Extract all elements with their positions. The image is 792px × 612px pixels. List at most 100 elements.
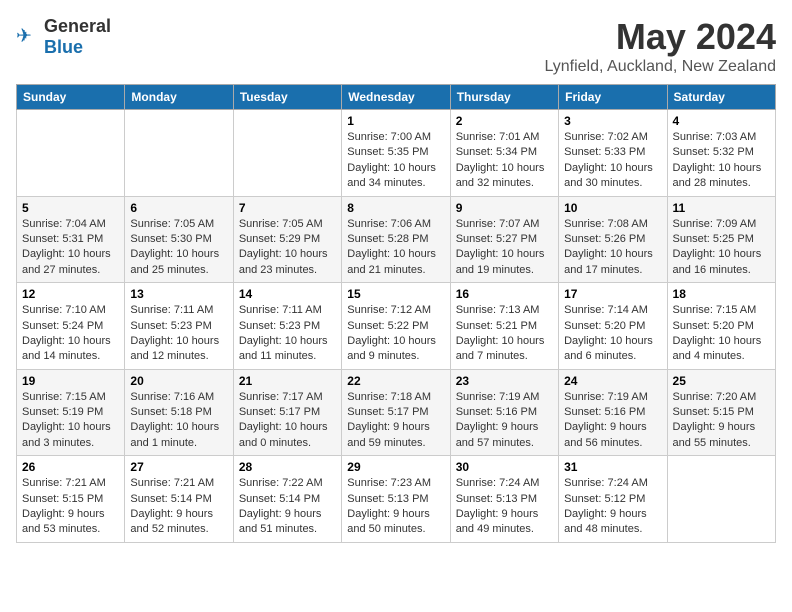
day-number: 21 [239,374,336,388]
day-number: 11 [673,201,770,215]
page-header: ✈ General Blue May 2024 Lynfield, Auckla… [16,16,776,76]
day-number: 13 [130,287,227,301]
day-info: Sunrise: 7:16 AMSunset: 5:18 PMDaylight:… [130,390,227,452]
day-cell: 24Sunrise: 7:19 AMSunset: 5:16 PMDayligh… [559,369,667,456]
calendar-body: 1 Sunrise: 7:00 AMSunset: 5:35 PMDaylight… [17,110,776,543]
day-cell: 8 Sunrise: 7:06 AMSunset: 5:28 PMDaylight… [342,196,450,283]
day-info: Sunrise: 7:19 AMSunset: 5:16 PMDaylight:… [564,390,661,452]
header-day: Sunday [17,85,125,110]
svg-text:✈: ✈ [16,25,32,46]
logo-blue: Blue [44,37,83,57]
week-row: 5 Sunrise: 7:04 AMSunset: 5:31 PMDaylight… [17,196,776,283]
day-cell: 16 Sunrise: 7:13 AMSunset: 5:21 PMDayligh… [450,283,558,370]
day-info: Sunrise: 7:15 AMSunset: 5:19 PMDaylight:… [22,390,119,452]
day-cell: 6Sunrise: 7:05 AMSunset: 5:30 PMDaylight… [125,196,233,283]
day-info: Sunrise: 7:04 AMSunset: 5:31 PMDaylight:… [22,217,119,279]
day-info: Sunrise: 7:12 AMSunset: 5:22 PMDaylight:… [347,303,444,365]
day-cell: 14 Sunrise: 7:11 AMSunset: 5:23 PMDayligh… [233,283,341,370]
day-cell: 9 Sunrise: 7:07 AMSunset: 5:27 PMDaylight… [450,196,558,283]
day-number: 7 [239,201,336,215]
day-info: Sunrise: 7:07 AMSunset: 5:27 PMDaylight:… [456,217,553,279]
calendar-table: SundayMondayTuesdayWednesdayThursdayFrid… [16,84,776,543]
day-number: 5 [22,201,119,215]
day-info: Sunrise: 7:11 AMSunset: 5:23 PMDaylight:… [239,303,336,365]
day-number: 28 [239,460,336,474]
day-cell: 25 Sunrise: 7:20 AMSunset: 5:15 PMDayligh… [667,369,775,456]
day-info: Sunrise: 7:14 AMSunset: 5:20 PMDaylight:… [564,303,661,365]
day-info: Sunrise: 7:23 AMSunset: 5:13 PMDaylight:… [347,476,444,538]
day-number: 19 [22,374,119,388]
day-cell: 10Sunrise: 7:08 AMSunset: 5:26 PMDayligh… [559,196,667,283]
day-cell [17,110,125,197]
header-day: Thursday [450,85,558,110]
week-row: 1 Sunrise: 7:00 AMSunset: 5:35 PMDaylight… [17,110,776,197]
day-info: Sunrise: 7:11 AMSunset: 5:23 PMDaylight:… [130,303,227,365]
day-info: Sunrise: 7:21 AMSunset: 5:14 PMDaylight:… [130,476,227,538]
day-cell [233,110,341,197]
day-number: 27 [130,460,227,474]
day-cell: 27 Sunrise: 7:21 AMSunset: 5:14 PMDayligh… [125,456,233,543]
day-info: Sunrise: 7:15 AMSunset: 5:20 PMDaylight:… [673,303,770,365]
day-number: 20 [130,374,227,388]
day-cell: 21 Sunrise: 7:17 AMSunset: 5:17 PMDayligh… [233,369,341,456]
day-number: 4 [673,114,770,128]
day-number: 12 [22,287,119,301]
day-number: 1 [347,114,444,128]
week-row: 26Sunrise: 7:21 AMSunset: 5:15 PMDayligh… [17,456,776,543]
day-number: 15 [347,287,444,301]
day-info: Sunrise: 7:24 AMSunset: 5:13 PMDaylight:… [456,476,553,538]
day-info: Sunrise: 7:20 AMSunset: 5:15 PMDaylight:… [673,390,770,452]
month-title: May 2024 [544,16,776,58]
week-row: 19 Sunrise: 7:15 AMSunset: 5:19 PMDayligh… [17,369,776,456]
day-number: 16 [456,287,553,301]
header-day: Friday [559,85,667,110]
day-cell: 29Sunrise: 7:23 AMSunset: 5:13 PMDayligh… [342,456,450,543]
day-cell: 17 Sunrise: 7:14 AMSunset: 5:20 PMDayligh… [559,283,667,370]
day-number: 25 [673,374,770,388]
day-cell: 7 Sunrise: 7:05 AMSunset: 5:29 PMDaylight… [233,196,341,283]
day-info: Sunrise: 7:00 AMSunset: 5:35 PMDaylight:… [347,130,444,192]
calendar-header: SundayMondayTuesdayWednesdayThursdayFrid… [17,85,776,110]
day-number: 31 [564,460,661,474]
day-info: Sunrise: 7:09 AMSunset: 5:25 PMDaylight:… [673,217,770,279]
day-info: Sunrise: 7:03 AMSunset: 5:32 PMDaylight:… [673,130,770,192]
header-day: Saturday [667,85,775,110]
header-row: SundayMondayTuesdayWednesdayThursdayFrid… [17,85,776,110]
day-number: 9 [456,201,553,215]
day-info: Sunrise: 7:08 AMSunset: 5:26 PMDaylight:… [564,217,661,279]
day-info: Sunrise: 7:13 AMSunset: 5:21 PMDaylight:… [456,303,553,365]
logo: ✈ General Blue [16,16,111,58]
day-cell: 18Sunrise: 7:15 AMSunset: 5:20 PMDayligh… [667,283,775,370]
logo-general: General [44,16,111,36]
day-cell: 1 Sunrise: 7:00 AMSunset: 5:35 PMDaylight… [342,110,450,197]
day-number: 2 [456,114,553,128]
day-info: Sunrise: 7:22 AMSunset: 5:14 PMDaylight:… [239,476,336,538]
day-cell: 23 Sunrise: 7:19 AMSunset: 5:16 PMDayligh… [450,369,558,456]
day-info: Sunrise: 7:05 AMSunset: 5:29 PMDaylight:… [239,217,336,279]
day-cell: 12 Sunrise: 7:10 AMSunset: 5:24 PMDayligh… [17,283,125,370]
day-cell: 30 Sunrise: 7:24 AMSunset: 5:13 PMDayligh… [450,456,558,543]
day-cell: 5 Sunrise: 7:04 AMSunset: 5:31 PMDaylight… [17,196,125,283]
day-cell: 28 Sunrise: 7:22 AMSunset: 5:14 PMDayligh… [233,456,341,543]
day-cell: 22Sunrise: 7:18 AMSunset: 5:17 PMDayligh… [342,369,450,456]
day-info: Sunrise: 7:10 AMSunset: 5:24 PMDaylight:… [22,303,119,365]
day-number: 14 [239,287,336,301]
day-number: 8 [347,201,444,215]
header-day: Wednesday [342,85,450,110]
logo-icon: ✈ [16,25,40,49]
day-number: 17 [564,287,661,301]
day-info: Sunrise: 7:06 AMSunset: 5:28 PMDaylight:… [347,217,444,279]
day-cell: 20 Sunrise: 7:16 AMSunset: 5:18 PMDayligh… [125,369,233,456]
day-cell [667,456,775,543]
day-cell: 15 Sunrise: 7:12 AMSunset: 5:22 PMDayligh… [342,283,450,370]
day-info: Sunrise: 7:18 AMSunset: 5:17 PMDaylight:… [347,390,444,452]
day-cell: 13 Sunrise: 7:11 AMSunset: 5:23 PMDayligh… [125,283,233,370]
day-number: 6 [130,201,227,215]
day-number: 30 [456,460,553,474]
day-number: 23 [456,374,553,388]
day-info: Sunrise: 7:21 AMSunset: 5:15 PMDaylight:… [22,476,119,538]
day-cell: 11 Sunrise: 7:09 AMSunset: 5:25 PMDayligh… [667,196,775,283]
day-info: Sunrise: 7:02 AMSunset: 5:33 PMDaylight:… [564,130,661,192]
day-info: Sunrise: 7:19 AMSunset: 5:16 PMDaylight:… [456,390,553,452]
day-info: Sunrise: 7:17 AMSunset: 5:17 PMDaylight:… [239,390,336,452]
